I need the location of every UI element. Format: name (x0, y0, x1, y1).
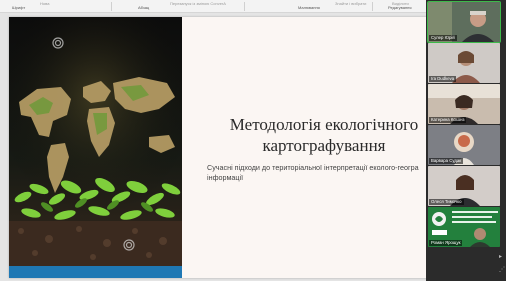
slide-title-line: Методологія екологічного (229, 115, 419, 134)
photo-illustration (9, 17, 182, 278)
ribbon-group-paragraph: Абзац (138, 5, 150, 10)
slide-photo-world-map-sprouts (9, 17, 182, 278)
participant-tile[interactable]: Варвара Судак (428, 125, 500, 165)
participant-tile[interactable]: Сулер Юрій (427, 1, 501, 43)
ribbon-group-editing: Редагування (388, 5, 412, 10)
participant-name: Катерина Ксьонз (429, 117, 467, 123)
ribbon-separator (244, 2, 245, 11)
participant-name: Ira Dudkeva (429, 76, 457, 82)
participant-tile[interactable]: Олеся Тимочко (428, 166, 500, 206)
ribbon-item-restart[interactable]: Перезапуск із зміною ConverA (170, 1, 226, 6)
ribbon-item-new[interactable]: Нова (40, 1, 49, 6)
slide-subtitle[interactable]: Сучасні підходи до територіальної інтерп… (207, 163, 439, 183)
ribbon-group-drawing: Малювання (298, 5, 320, 10)
slide-subtitle-line: інформації (207, 173, 244, 182)
participant-name: Роман Ярощук (429, 240, 463, 246)
participant-tile[interactable]: Ira Dudkeva (428, 43, 500, 83)
panel-collapse-icon[interactable]: ▸ (499, 253, 502, 260)
participant-tile[interactable]: Роман Ярощук (428, 207, 500, 247)
slide[interactable]: Методологія екологічного картографування… (9, 17, 471, 278)
participant-tile[interactable]: Катерина Ксьонз (428, 84, 500, 124)
ribbon-item-find[interactable]: Знайти і вибрати (335, 1, 366, 6)
ribbon-group-font: Шрифт (12, 5, 26, 10)
slide-title[interactable]: Методологія екологічного картографування (224, 114, 424, 156)
slide-subtitle-line: Сучасні підходи до територіальної інтерп… (207, 163, 419, 172)
ribbon-toolbar: Нова Перезапуск із зміною ConverA Знайти… (0, 0, 426, 13)
participant-name: Варвара Судак (429, 158, 464, 164)
ribbon-separator (372, 2, 373, 11)
slide-title-line: картографування (262, 136, 386, 155)
resize-grip-icon[interactable]: ⋰ (499, 266, 505, 273)
participant-name: Сулер Юрій (429, 35, 457, 41)
ribbon-separator (111, 2, 112, 11)
participant-name: Олеся Тимочко (429, 199, 464, 205)
